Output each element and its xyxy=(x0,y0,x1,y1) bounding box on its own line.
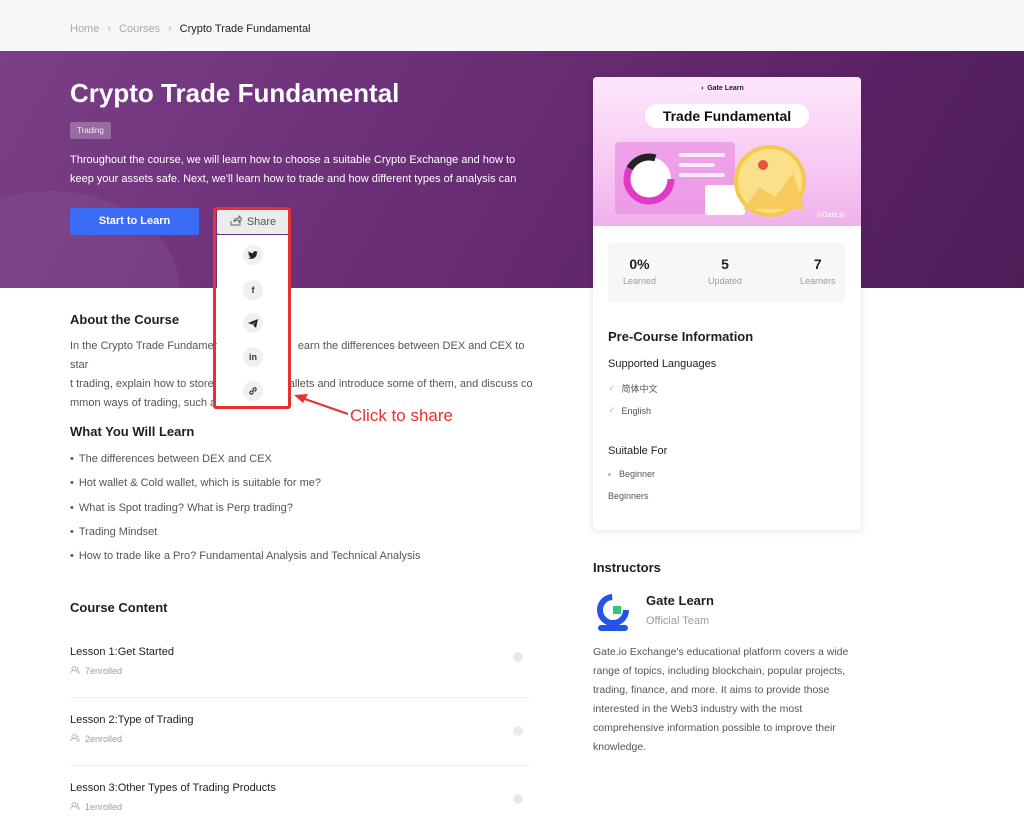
breadcrumb: Home › Courses › Crypto Trade Fundamenta… xyxy=(70,23,311,35)
content-title: Course Content xyxy=(70,600,168,615)
about-text-line: In the Crypto Trade Fundamen xyxy=(70,340,220,352)
lesson-meta: 7enrolled xyxy=(70,666,530,676)
stat-learned: 0% Learned xyxy=(623,256,656,286)
bullet-icon xyxy=(608,472,611,476)
enrolled-count: 1enrolled xyxy=(85,802,123,812)
course-card: ◐ Gate Learn Trade Fundamental ©Gate.io … xyxy=(593,77,861,530)
language-item: ✓ 简体中文 xyxy=(608,382,658,395)
stat-updated: 5 Updated xyxy=(708,256,742,286)
divider xyxy=(70,697,530,698)
stat-value: 0% xyxy=(629,256,650,272)
lesson-status-icon xyxy=(513,726,523,736)
lesson-row[interactable]: Lesson 3:Other Types of Trading Products… xyxy=(70,782,530,812)
cover-title: Trade Fundamental xyxy=(645,104,809,128)
suitable-note: Beginners xyxy=(608,491,649,501)
instructor-name[interactable]: Gate Learn xyxy=(646,593,714,608)
cover-illustration-icon: ©Gate.io xyxy=(615,142,845,219)
about-text-line: t trading, explain how to store xyxy=(70,378,214,390)
breadcrumb-separator: › xyxy=(167,23,172,35)
language-label: English xyxy=(621,405,652,416)
instructor-role: Official Team xyxy=(646,615,710,627)
course-cover-image: ◐ Gate Learn Trade Fundamental ©Gate.io xyxy=(593,77,861,226)
list-item: Hot wallet & Cold wallet, which is suita… xyxy=(70,473,420,497)
list-item: What is Spot trading? What is Perp tradi… xyxy=(70,498,420,522)
lesson-name: Lesson 1:Get Started xyxy=(70,646,174,658)
link-icon[interactable] xyxy=(243,381,263,401)
share-menu: f in xyxy=(217,235,289,407)
course-description-text: Throughout the course, we will learn how… xyxy=(70,154,517,185)
lesson-row[interactable]: Lesson 1:Get Started 7enrolled xyxy=(70,646,530,676)
share-label: Share xyxy=(246,216,277,228)
telegram-icon[interactable] xyxy=(243,313,263,333)
facebook-icon[interactable]: f xyxy=(243,280,263,300)
breadcrumb-home[interactable]: Home xyxy=(70,23,99,35)
start-to-learn-button[interactable]: Start to Learn xyxy=(70,208,199,235)
avatar xyxy=(597,594,629,631)
twitter-icon[interactable] xyxy=(243,245,263,265)
divider xyxy=(70,765,530,766)
suitable-label: Beginner xyxy=(619,469,656,479)
list-item: Trading Mindset xyxy=(70,522,420,546)
instructor-description: Gate.io Exchange's educational platform … xyxy=(593,646,849,753)
click-to-share-annotation: Click to share xyxy=(350,406,453,425)
linkedin-icon[interactable]: in xyxy=(243,347,263,367)
lesson-name: Lesson 2:Type of Trading xyxy=(70,714,194,726)
stat-value: 7 xyxy=(813,256,822,272)
gate-learn-logo: ◐ Gate Learn xyxy=(701,85,744,92)
instructors-title: Instructors xyxy=(593,560,661,575)
learn-list: The differences between DEX and CEX Hot … xyxy=(70,449,421,570)
lesson-status-icon xyxy=(513,794,523,804)
breadcrumb-courses[interactable]: Courses xyxy=(119,23,160,35)
suitable-item: Beginner xyxy=(608,469,655,479)
users-icon xyxy=(70,734,80,744)
lesson-name: Lesson 3:Other Types of Trading Products xyxy=(70,782,276,794)
suitable-title: Suitable For xyxy=(608,445,668,457)
users-icon xyxy=(70,666,80,676)
about-text-line: mmon ways of trading, such a xyxy=(70,397,217,409)
share-icon xyxy=(230,214,243,229)
learn-title: What You Will Learn xyxy=(70,424,195,439)
lesson-row[interactable]: Lesson 2:Type of Trading 2enrolled xyxy=(70,714,530,744)
breadcrumb-bar: Home › Courses › Crypto Trade Fundamenta… xyxy=(0,0,1024,51)
stat-value: 5 xyxy=(721,256,729,272)
linkedin-glyph: in xyxy=(249,352,257,362)
category-tag[interactable]: Trading xyxy=(70,122,111,139)
enrolled-count: 2enrolled xyxy=(85,734,123,744)
course-description: Throughout the course, we will learn how… xyxy=(70,151,540,189)
list-item: How to trade like a Pro? Fundamental Ana… xyxy=(70,546,421,570)
svg-text:©Gate.io: ©Gate.io xyxy=(817,211,845,219)
lesson-meta: 1enrolled xyxy=(70,802,530,812)
check-icon: ✓ xyxy=(608,405,616,415)
lesson-meta: 2enrolled xyxy=(70,734,530,744)
breadcrumb-separator: › xyxy=(107,23,112,35)
breadcrumb-current: Crypto Trade Fundamental xyxy=(179,23,311,35)
about-title: About the Course xyxy=(70,312,180,327)
logo-text: Gate Learn xyxy=(707,85,744,92)
about-text-line: allets and introduce some of them, and d… xyxy=(288,378,533,390)
annotation-arrow-icon xyxy=(294,394,349,415)
share-button[interactable]: Share xyxy=(217,210,289,234)
language-item: ✓ English xyxy=(608,405,651,416)
stat-learners: 7 Learners xyxy=(800,256,836,286)
stat-label: Learned xyxy=(623,276,657,286)
facebook-glyph: f xyxy=(251,285,255,295)
languages-title: Supported Languages xyxy=(608,358,717,370)
list-item: The differences between DEX and CEX xyxy=(70,449,420,473)
course-stats: 0% Learned 5 Updated 7 Learners xyxy=(608,243,845,303)
page-title: Crypto Trade Fundamental xyxy=(70,78,400,108)
lesson-status-icon xyxy=(513,652,523,662)
language-label: 简体中文 xyxy=(621,384,658,394)
pre-course-title: Pre-Course Information xyxy=(608,329,754,344)
enrolled-count: 7enrolled xyxy=(85,666,123,676)
users-icon xyxy=(70,802,80,812)
stat-label: Updated xyxy=(708,276,743,286)
stat-label: Learners xyxy=(800,276,836,286)
check-icon: ✓ xyxy=(608,383,616,393)
